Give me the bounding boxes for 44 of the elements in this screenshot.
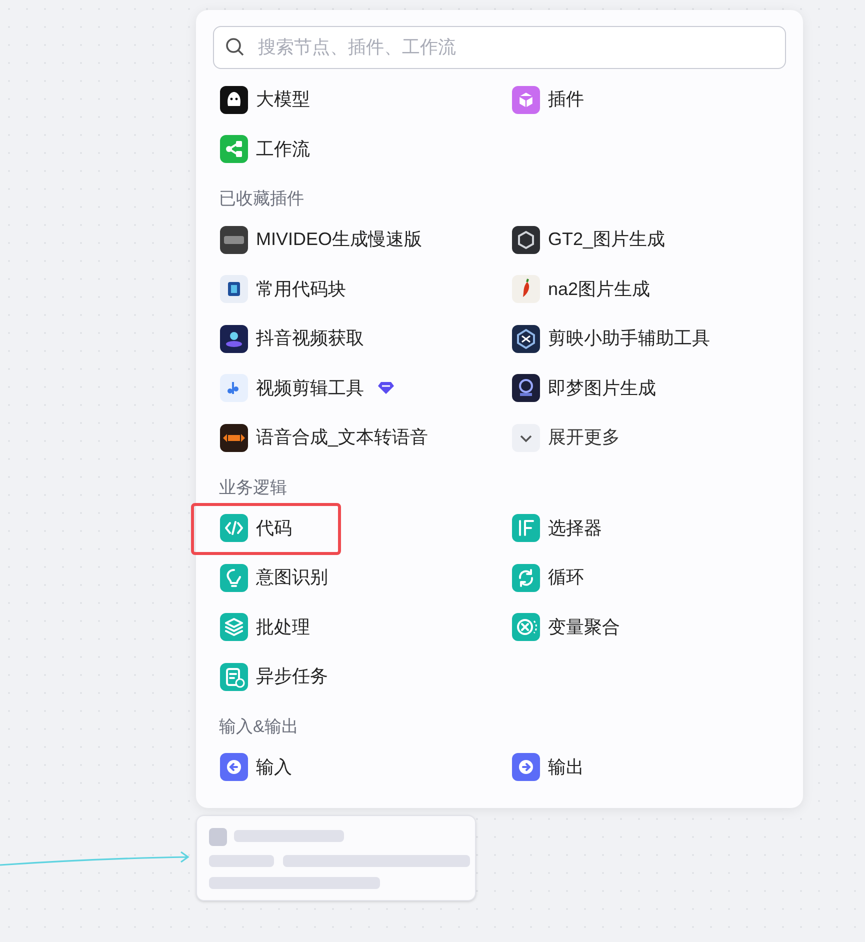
plugin-item[interactable]: na2图片生成 [512,275,650,304]
node-item[interactable]: 选择器 [512,514,602,542]
expand-more-button[interactable]: 展开更多 [512,424,620,452]
section-heading: 业务逻辑 [219,476,287,499]
node-item[interactable]: 插件 [512,86,584,114]
node-item[interactable]: 工作流 [220,135,310,164]
node-item[interactable]: 异步任务 [220,662,328,691]
task-clock-icon [220,662,248,691]
scissors-icon [512,324,540,353]
plugin-item[interactable]: 即梦图片生成 [512,374,656,402]
lightbulb-icon [220,564,248,592]
node-item[interactable]: 大模型 [220,86,310,114]
plugin-item[interactable]: 抖音视频获取 [220,324,364,353]
node-item[interactable]: 变量聚合 [512,613,620,642]
plugin-item[interactable]: 常用代码块 [220,275,346,304]
audio-wave-icon [220,424,248,452]
node-item[interactable]: 输入 [220,753,292,782]
chevron-down-icon [512,424,540,452]
layers-icon [220,613,248,642]
section-heading: 已收藏插件 [219,188,304,210]
arrow-left-icon [220,753,248,782]
node-item[interactable]: 输出 [512,753,584,782]
code-icon [220,514,248,542]
search-icon [225,37,245,57]
ghost-icon [220,86,248,114]
node-item[interactable]: 批处理 [220,613,310,642]
plugin-item[interactable]: 视频剪辑工具 [220,374,394,402]
plugin-item[interactable]: GT2_图片生成 [512,226,666,254]
node-item[interactable]: 代码 [220,514,292,542]
merge-icon [512,613,540,642]
plugin-item[interactable]: 语音合成_文本转语音 [220,424,428,452]
loop-icon [512,564,540,592]
cube-icon [512,86,540,114]
section-heading: 输入&输出 [219,716,298,738]
arrow-right-icon [512,753,540,782]
plugin-item[interactable]: MIVIDEO生成慢速版 [220,226,422,254]
workflow-icon [220,135,248,164]
search-field[interactable]: 搜索节点、插件、工作流 [213,26,786,69]
code-block-icon [220,275,248,304]
plugin-item[interactable]: 剪映小助手辅助工具 [512,324,710,353]
node-item[interactable]: 循环 [512,564,584,592]
chili-icon [512,275,540,304]
if-icon [512,514,540,542]
node-item[interactable]: 意图识别 [220,564,328,592]
